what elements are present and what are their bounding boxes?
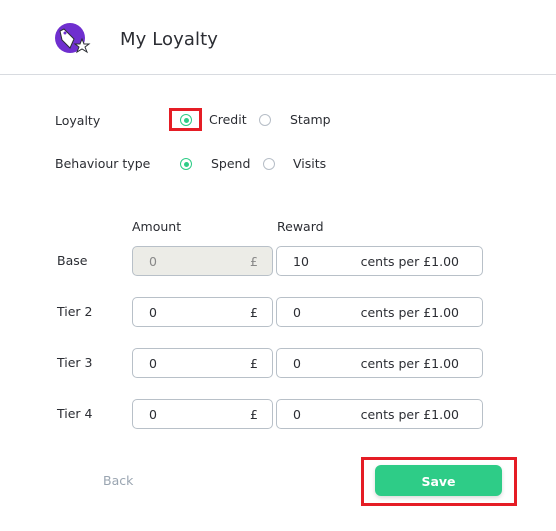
reward-value: 0 [293,407,301,422]
currency-symbol: £ [250,305,258,320]
amount-value: 0 [149,407,157,422]
radio-spend-label[interactable]: Spend [211,156,250,171]
tier-label: Tier 3 [57,355,93,370]
radio-credit-label[interactable]: Credit [209,112,247,127]
tier-label: Tier 2 [57,304,93,319]
save-button[interactable]: Save [375,465,502,496]
page-header: My Loyalty [0,0,556,75]
page-title: My Loyalty [120,29,219,50]
radio-spend[interactable] [180,158,192,170]
amount-value: 0 [149,356,157,371]
amount-value: 0 [149,254,157,269]
currency-symbol: £ [250,254,258,269]
reward-field[interactable]: 0 cents per £1.00 [276,297,483,327]
radio-credit[interactable] [180,114,192,126]
loyalty-label: Loyalty [55,113,101,128]
reward-value: 0 [293,356,301,371]
reward-header: Reward [277,219,324,234]
back-button[interactable]: Back [103,473,133,488]
reward-field[interactable]: 0 cents per £1.00 [276,348,483,378]
radio-visits-label[interactable]: Visits [293,156,326,171]
behaviour-type-label: Behaviour type [55,156,151,171]
currency-symbol: £ [250,407,258,422]
amount-field[interactable]: 0 £ [132,399,273,429]
tier-label: Tier 4 [57,406,93,421]
reward-value: 0 [293,305,301,320]
amount-value: 0 [149,305,157,320]
radio-stamp-label[interactable]: Stamp [290,112,331,127]
amount-header: Amount [132,219,182,234]
tier-label: Base [57,253,88,268]
reward-field[interactable]: 0 cents per £1.00 [276,399,483,429]
amount-field[interactable]: 0 £ [132,297,273,327]
reward-suffix: cents per £1.00 [360,254,459,269]
reward-value: 10 [293,254,309,269]
reward-suffix: cents per £1.00 [360,407,459,422]
radio-stamp[interactable] [259,114,271,126]
loyalty-tag-star-icon [55,23,91,54]
reward-suffix: cents per £1.00 [360,305,459,320]
radio-visits[interactable] [263,158,275,170]
currency-symbol: £ [250,356,258,371]
reward-field[interactable]: 10 cents per £1.00 [276,246,483,276]
amount-field[interactable]: 0 £ [132,348,273,378]
amount-field: 0 £ [132,246,273,276]
reward-suffix: cents per £1.00 [360,356,459,371]
